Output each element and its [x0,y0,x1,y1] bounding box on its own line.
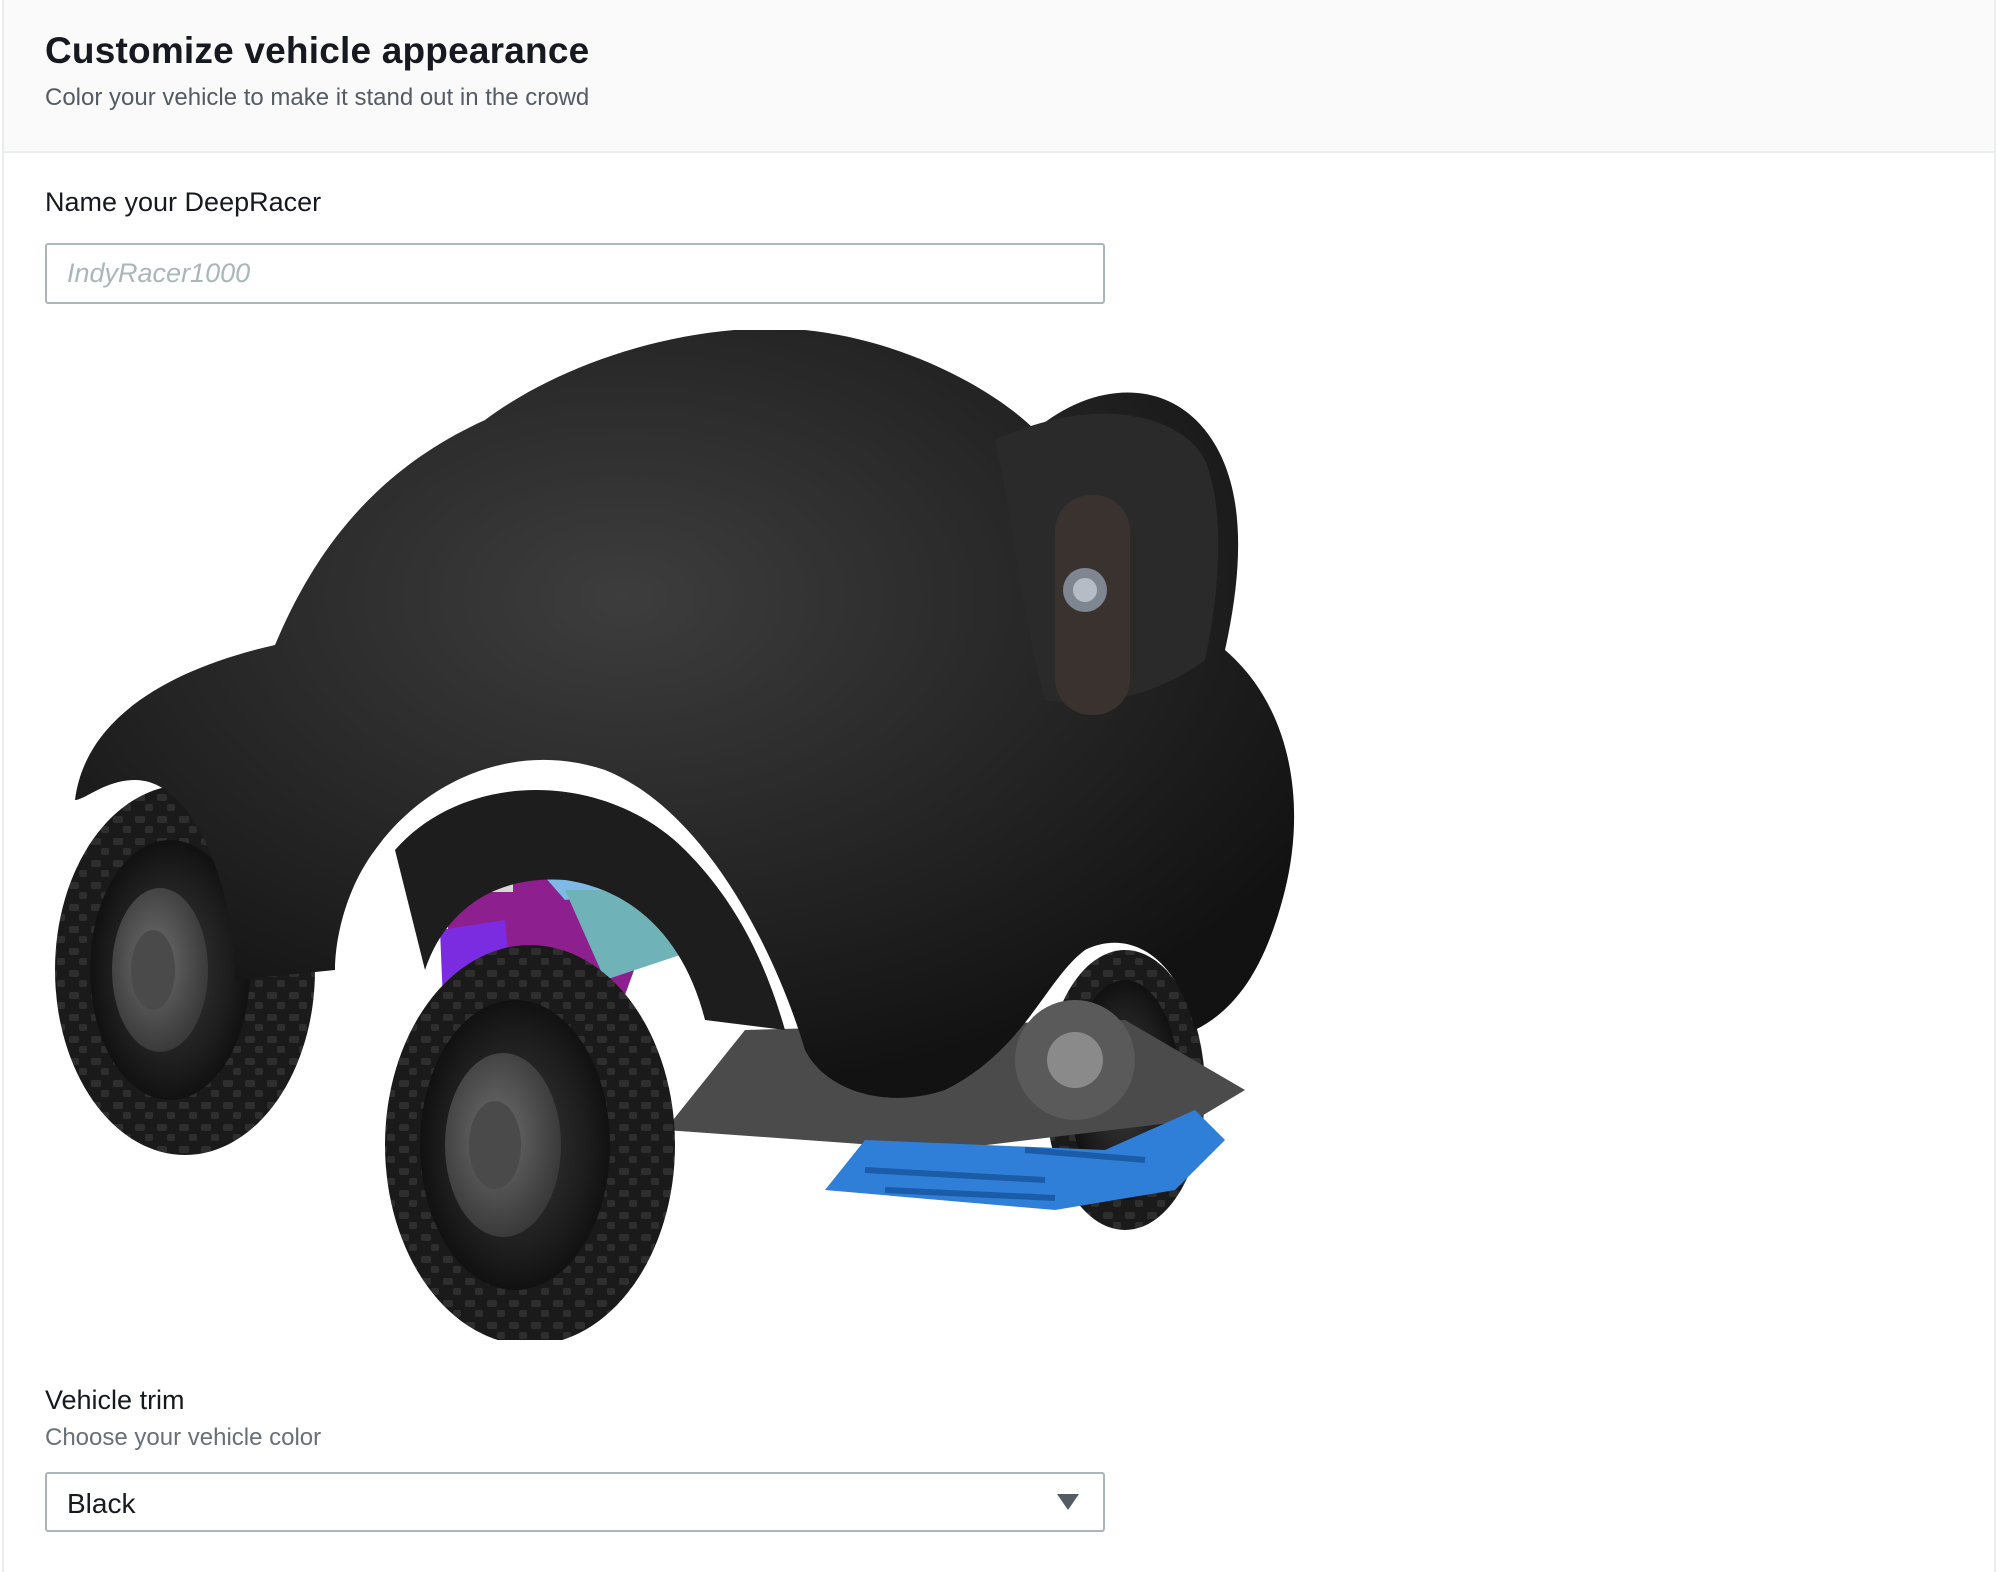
front-left-wheel [385,945,675,1340]
vehicle-name-input[interactable] [45,243,1105,304]
vehicle-trim-select[interactable]: Black [45,1472,1105,1532]
customize-vehicle-panel: Customize vehicle appearance Color your … [2,0,1996,1572]
page-subtitle: Color your vehicle to make it stand out … [45,84,590,111]
trim-field-description: Choose your vehicle color [45,1424,322,1451]
vehicle-3d-preview[interactable] [45,330,1345,1340]
caret-down-icon [1057,1494,1079,1510]
name-field-label: Name your DeepRacer [45,187,322,217]
camera-lens [1055,495,1130,715]
page-title: Customize vehicle appearance [45,30,590,71]
panel-header: Customize vehicle appearance Color your … [4,0,1994,153]
trim-field-label: Vehicle trim [45,1385,185,1415]
vehicle-trim-selected-value: Black [67,1488,136,1519]
